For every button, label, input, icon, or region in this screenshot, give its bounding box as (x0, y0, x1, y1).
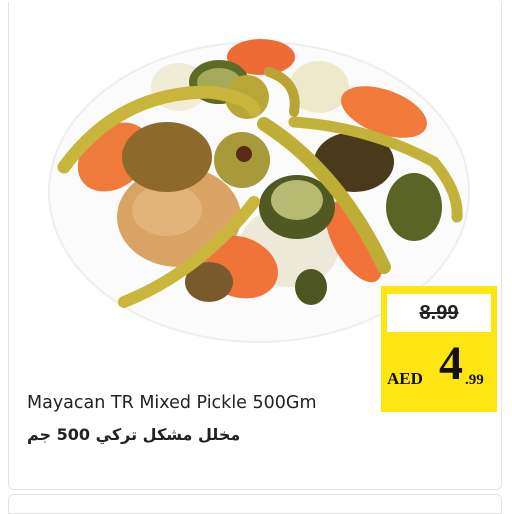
price-integer: 4 (439, 337, 463, 390)
next-product-card[interactable] (8, 494, 502, 514)
cucumber-slice (295, 269, 327, 305)
old-price: 8.99 (419, 301, 459, 324)
cucumber-slice (386, 173, 442, 241)
cucumber-inner (271, 180, 323, 220)
product-title-english[interactable]: Mayacan TR Mixed Pickle 500Gm (27, 393, 317, 413)
old-price-strip: 8.99 (387, 294, 491, 332)
price-tag: 8.99 AED 4 .99 (381, 286, 497, 412)
product-title-arabic[interactable]: مخلل مشكل تركي 500 جم (27, 425, 240, 444)
price-decimal: .99 (465, 372, 484, 388)
eggplant-piece (122, 122, 212, 192)
olive-pit (236, 146, 252, 162)
currency-label: AED (387, 369, 423, 388)
product-card[interactable]: 8.99 AED 4 .99 Mayacan TR Mixed Pickle 5… (8, 2, 502, 490)
